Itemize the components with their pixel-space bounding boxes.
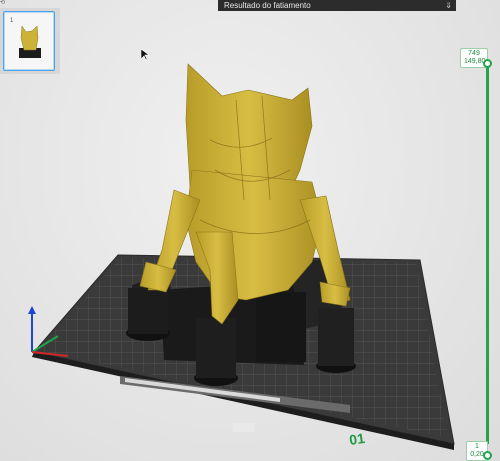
- bottom-layer-height: 0,20: [470, 451, 484, 458]
- layer-slider-track[interactable]: [486, 60, 489, 444]
- build-plate-scene[interactable]: 01: [0, 0, 500, 461]
- bottom-layer-number: 1: [475, 443, 479, 450]
- layer-slider-top-handle[interactable]: [483, 59, 492, 68]
- plate-thumbnail-panel: 1: [0, 8, 60, 74]
- double-chevron-down-icon[interactable]: ⇓: [445, 0, 452, 11]
- plate-thumbnail[interactable]: 1: [3, 11, 55, 71]
- slicing-result-title: Resultado do fatiamento: [224, 1, 311, 10]
- plate-number: 01: [348, 430, 366, 448]
- 3d-viewport[interactable]: 01: [0, 0, 500, 461]
- top-layer-number: 749: [468, 50, 480, 57]
- top-layer-height: 149,80: [464, 58, 486, 65]
- reload-icon[interactable]: ⟲: [0, 0, 5, 7]
- mouse-cursor-icon: [141, 49, 150, 61]
- layer-slider-bottom-handle[interactable]: [483, 451, 492, 460]
- plate-id-marker: [232, 423, 255, 432]
- slicing-result-header[interactable]: Resultado do fatiamento ⇓: [218, 0, 456, 11]
- plate-thumbnail-index: 1: [10, 18, 14, 24]
